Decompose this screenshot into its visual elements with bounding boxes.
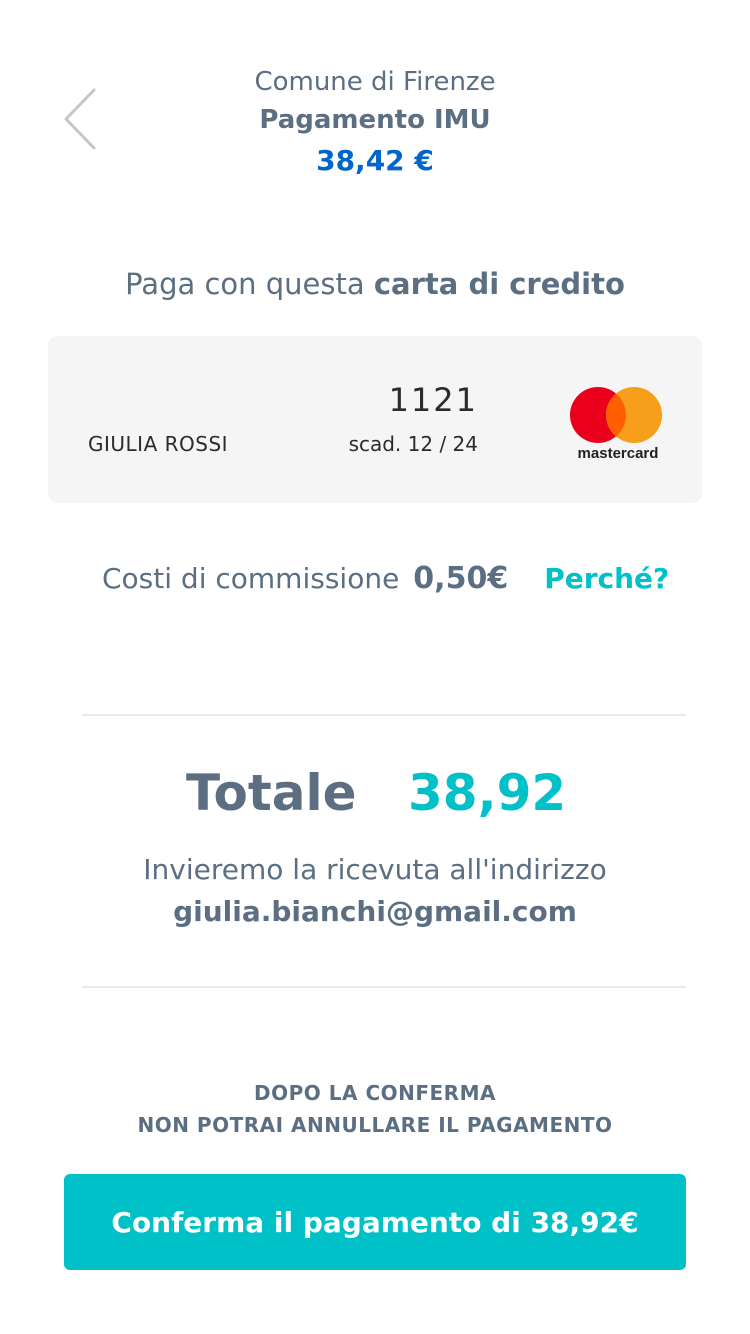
payment-method-prefix: Paga con questa <box>125 267 374 301</box>
organization-name: Comune di Firenze <box>254 67 496 97</box>
payment-method-type: carta di credito <box>373 267 625 301</box>
divider-top <box>82 714 686 716</box>
total-label: Totale <box>186 764 357 822</box>
payment-title: Pagamento IMU <box>259 105 491 135</box>
fee-row: Costi di commissione 0,50€ Perché? <box>102 556 669 600</box>
total-value: 38,92 <box>408 764 567 822</box>
svg-text:mastercard: mastercard <box>578 445 659 462</box>
divider-bottom <box>82 986 686 988</box>
credit-card[interactable]: GIULIA ROSSI 1121 scad. 12 / 24 masterca… <box>48 336 702 503</box>
receipt-text: Invieremo la ricevuta all'indirizzo <box>143 853 607 886</box>
fee-label: Costi di commissione <box>102 561 400 595</box>
confirm-payment-button[interactable]: Conferma il pagamento di 38,92€ <box>64 1174 686 1270</box>
card-expiry: scad. 12 / 24 <box>348 432 478 456</box>
fee-why-link[interactable]: Perché? <box>544 562 669 595</box>
receipt-email: giulia.bianchi@gmail.com <box>173 895 577 928</box>
warning-line-1: DOPO LA CONFERMA <box>254 1081 496 1105</box>
fee-value: 0,50€ <box>413 560 509 596</box>
mastercard-logo: mastercard <box>568 384 668 464</box>
payment-method-heading: Paga con questa carta di credito <box>0 262 750 306</box>
payment-amount: 38,42 € <box>316 144 434 177</box>
warning-line-2: NON POTRAI ANNULLARE IL PAGAMENTO <box>137 1113 613 1137</box>
card-holder-name: GIULIA ROSSI <box>88 432 229 456</box>
card-last-digits: 1121 <box>388 381 478 419</box>
